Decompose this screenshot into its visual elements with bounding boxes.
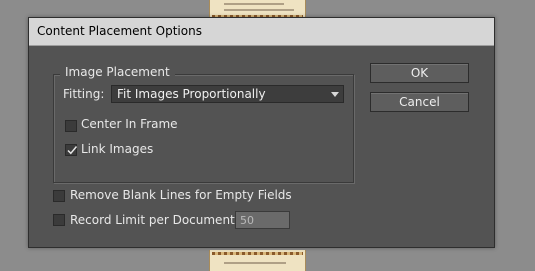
document-ornament xyxy=(212,252,303,255)
link-images-label: Link Images xyxy=(81,142,154,156)
chevron-down-icon xyxy=(331,92,339,97)
fitting-label: Fitting: xyxy=(63,87,105,101)
fitting-dropdown[interactable]: Fit Images Proportionally xyxy=(111,85,344,103)
background-document-bottom xyxy=(209,250,306,271)
document-text-line xyxy=(224,3,284,5)
record-limit-label: Record Limit per Document: xyxy=(70,213,239,227)
checkmark-icon xyxy=(67,146,78,155)
image-placement-group-label: Image Placement xyxy=(60,65,175,79)
document-text-line xyxy=(224,9,294,11)
remove-blank-lines-label: Remove Blank Lines for Empty Fields xyxy=(70,188,292,202)
fitting-selected-value: Fit Images Proportionally xyxy=(117,87,266,101)
center-in-frame-checkbox[interactable] xyxy=(65,120,77,132)
link-images-checkbox[interactable] xyxy=(65,144,78,156)
cancel-button[interactable]: Cancel xyxy=(370,92,469,112)
document-text-line xyxy=(224,262,286,264)
content-placement-dialog: Content Placement Options Image Placemen… xyxy=(28,17,495,248)
record-limit-input[interactable] xyxy=(235,211,290,229)
center-in-frame-label: Center In Frame xyxy=(81,117,178,131)
remove-blank-lines-checkbox[interactable] xyxy=(53,190,65,202)
ok-button[interactable]: OK xyxy=(370,63,469,83)
record-limit-checkbox[interactable] xyxy=(53,214,65,226)
dialog-title-bar[interactable]: Content Placement Options xyxy=(29,18,494,46)
dialog-title: Content Placement Options xyxy=(37,24,202,38)
